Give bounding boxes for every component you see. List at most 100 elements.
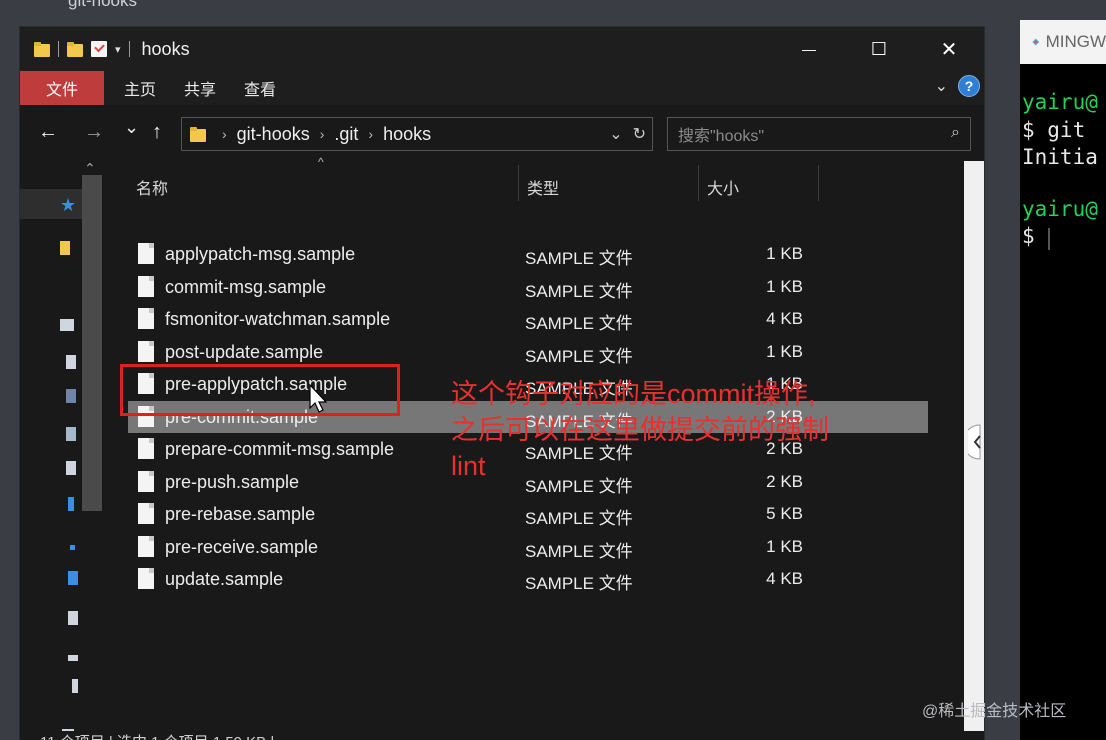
file-row[interactable]: pre-rebase.sample SAMPLE 文件 5 KB [128, 498, 928, 530]
git-bash-icon [1032, 38, 1040, 46]
file-icon [138, 568, 154, 589]
sort-ascending-icon: ^ [318, 155, 324, 169]
annotation-line: lint [451, 451, 486, 481]
minimize-button[interactable]: — [774, 27, 844, 71]
breadcrumb-item[interactable]: hooks [383, 124, 431, 145]
maximize-button[interactable]: ☐ [844, 27, 914, 71]
desktop-icon[interactable] [68, 571, 78, 585]
search-input[interactable]: 搜索"hooks" ⌕ [667, 117, 971, 151]
expand-ribbon-icon[interactable]: ⌄ [935, 76, 948, 96]
file-name[interactable]: post-update.sample [165, 342, 323, 363]
file-name[interactable]: prepare-commit-msg.sample [165, 439, 394, 460]
terminal-line: yairu@ [1022, 197, 1098, 221]
file-row[interactable]: fsmonitor-watchman.sample SAMPLE 文件 4 KB [128, 303, 928, 335]
file-name[interactable]: pre-push.sample [165, 472, 299, 493]
windows-drive-icon[interactable] [68, 611, 78, 625]
scroll-up-icon[interactable]: ⌄ [84, 159, 96, 176]
folder-icon[interactable] [60, 241, 70, 255]
file-name[interactable]: applypatch-msg.sample [165, 244, 355, 265]
column-divider[interactable] [518, 165, 519, 201]
file-icon [138, 470, 154, 492]
column-header-type[interactable]: 类型 [527, 171, 559, 203]
forward-button[interactable]: → [84, 121, 104, 144]
file-type: SAMPLE 文件 [525, 541, 633, 561]
terminal-line: $ git [1022, 118, 1086, 142]
annotation-text: 这个钩子对应的是commit操作, 之后可以在这里做提交前的强制 lint [451, 376, 891, 484]
file-name[interactable]: commit-msg.sample [165, 277, 326, 298]
folder-icon [34, 41, 50, 57]
file-name[interactable]: pre-receive.sample [165, 537, 318, 558]
status-bar: 11 个项目 | 选中 1 个项目 1.59 KB | [20, 731, 984, 740]
file-row[interactable]: pre-receive.sample SAMPLE 文件 1 KB [128, 531, 928, 563]
recent-locations-button[interactable]: ⌄ [124, 117, 139, 138]
documents-icon[interactable] [66, 461, 76, 475]
tab-share[interactable]: 共享 [176, 71, 236, 105]
search-icon[interactable]: ⌕ [951, 124, 960, 142]
search-placeholder: 搜索"hooks" [678, 128, 765, 145]
toolbar-divider [128, 41, 130, 57]
tab-home[interactable]: 主页 [104, 71, 176, 105]
column-divider[interactable] [818, 165, 819, 201]
new-folder-icon[interactable] [67, 41, 83, 57]
column-header-name[interactable]: 名称 [136, 171, 168, 203]
properties-icon[interactable] [91, 41, 107, 57]
window-controls: — ☐ ✕ [774, 27, 984, 71]
watermark: @稀土掘金技术社区 [922, 703, 1067, 720]
column-name-label: 名称 [136, 181, 169, 198]
downloads-icon[interactable] [68, 497, 74, 511]
star-icon[interactable]: ★ [60, 195, 76, 216]
column-size-label: 大小 [707, 181, 740, 198]
file-icon [138, 308, 154, 329]
file-name[interactable]: fsmonitor-watchman.sample [165, 309, 390, 330]
up-button[interactable]: ↑ [152, 121, 162, 144]
column-divider[interactable] [698, 165, 699, 201]
breadcrumb-item[interactable]: git-hooks [237, 124, 310, 145]
navigation-pane-scrollbar[interactable] [82, 175, 102, 511]
computer-icon[interactable] [60, 319, 74, 331]
toolbar-divider [58, 41, 59, 57]
file-type: SAMPLE 文件 [525, 249, 633, 268]
title-bar: ▾ hooks — ☐ ✕ [20, 27, 984, 71]
file-size: 5 KB [766, 504, 803, 523]
breadcrumb-item[interactable]: .git [334, 124, 358, 145]
drive-icon[interactable] [68, 655, 78, 661]
music-icon[interactable] [70, 545, 75, 550]
file-name[interactable]: update.sample [165, 569, 283, 590]
tab-view[interactable]: 查看 [236, 71, 296, 105]
ribbon-right-controls: ⌄ ? [935, 75, 980, 97]
file-size: 1 KB [766, 341, 803, 361]
drive-icon[interactable] [72, 679, 78, 693]
file-type: SAMPLE 文件 [525, 314, 633, 333]
column-header-size[interactable]: 大小 [707, 171, 739, 203]
terminal-prompt: $ [1022, 224, 1035, 248]
tab-file[interactable]: 文件 [20, 71, 104, 105]
videos-icon[interactable] [66, 389, 76, 403]
terminal-cursor [1048, 228, 1050, 250]
file-name[interactable]: pre-rebase.sample [165, 504, 315, 525]
file-icon [138, 275, 154, 297]
back-button[interactable]: ← [38, 121, 58, 144]
pictures-icon[interactable] [66, 427, 76, 441]
file-row[interactable]: post-update.sample SAMPLE 文件 1 KB [128, 336, 928, 368]
terminal-window[interactable]: MINGW yairu@ $ git Initia yairu@ $ [1020, 20, 1106, 740]
file-row[interactable]: update.sample SAMPLE 文件 4 KB [128, 563, 928, 595]
address-bar[interactable]: › git-hooks › .git › hooks ⌄ ↻ [181, 117, 653, 151]
close-button[interactable]: ✕ [914, 27, 984, 71]
file-size: 1 KB [766, 536, 803, 556]
chevron-right-icon[interactable]: › [368, 126, 373, 142]
chevron-right-icon[interactable]: › [222, 126, 227, 142]
3d-objects-icon[interactable] [66, 355, 76, 369]
help-icon[interactable]: ? [958, 75, 980, 97]
customize-toolbar-icon[interactable]: ▾ [115, 43, 121, 56]
column-type-label: 类型 [527, 181, 560, 198]
chevron-down-icon[interactable]: ⌄ [609, 124, 622, 144]
file-row[interactable]: applypatch-msg.sample SAMPLE 文件 1 KB [128, 238, 928, 270]
address-bar-actions: ⌄ ↻ [609, 124, 646, 144]
refresh-icon[interactable]: ↻ [633, 124, 646, 144]
collapse-preview-handle[interactable] [962, 423, 988, 461]
chevron-right-icon[interactable]: › [320, 126, 325, 142]
annotation-line: 这个钩子对应的是commit操作, [451, 379, 816, 409]
annotation-highlight-box [120, 364, 400, 416]
file-row[interactable]: commit-msg.sample SAMPLE 文件 1 KB [128, 271, 928, 303]
file-icon [138, 503, 154, 524]
